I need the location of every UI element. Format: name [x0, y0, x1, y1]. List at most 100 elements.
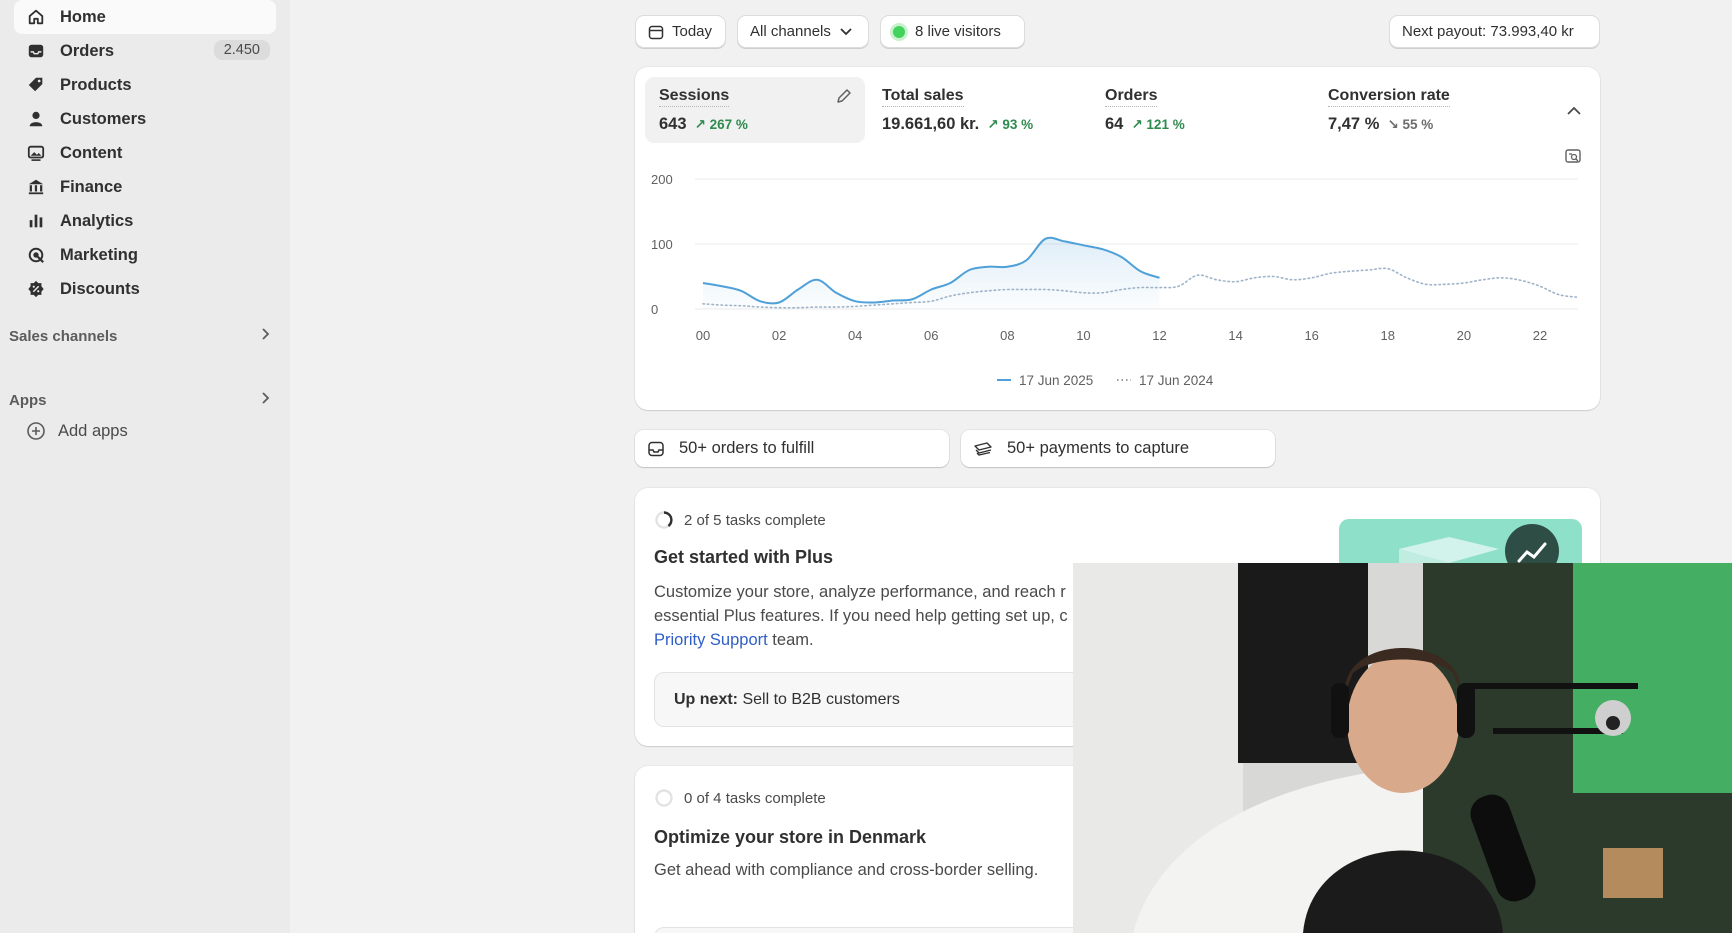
x-tick-label: 18 — [1381, 328, 1395, 343]
legend-label: 17 Jun 2024 — [1139, 373, 1214, 388]
live-visitors-label: 8 live visitors — [915, 23, 1001, 40]
metric-total-sales[interactable]: Total sales 19.661,60 kr. ↗ 93 % — [868, 77, 1088, 143]
description-line: Customize your store, analyze performanc… — [654, 583, 1066, 601]
task-progress-label: 2 of 5 tasks complete — [684, 511, 826, 529]
sidebar-item-label: Finance — [60, 177, 123, 196]
x-tick-label: 08 — [1000, 328, 1014, 343]
task-progress-label: 0 of 4 tasks complete — [684, 789, 826, 807]
sidebar-item-label: Content — [60, 143, 123, 162]
y-tick-label: 200 — [651, 172, 673, 187]
metric-value-row: 643 ↗ 267 % — [659, 115, 851, 134]
x-tick-label: 04 — [848, 328, 862, 343]
date-filter-button[interactable]: Today — [635, 15, 726, 48]
sidebar-item-marketing[interactable]: Marketing — [14, 238, 276, 272]
x-tick-label: 16 — [1304, 328, 1318, 343]
metric-value: 64 — [1105, 115, 1124, 133]
sidebar-item-orders[interactable]: Orders 2.450 — [14, 34, 276, 68]
orders-to-fulfill-button[interactable]: 50+ orders to fulfill — [635, 430, 949, 467]
discount-icon — [26, 279, 46, 299]
y-tick-label: 100 — [651, 237, 673, 252]
sidebar-item-products[interactable]: Products — [14, 68, 276, 102]
optimize-card-description: Get ahead with compliance and cross-bord… — [654, 861, 1039, 879]
home-icon — [26, 7, 46, 27]
setup-card-description: Customize your store, analyze performanc… — [654, 580, 1074, 652]
up-next-label: Up next: — [674, 690, 738, 708]
channel-filter-label: All channels — [750, 23, 831, 40]
metric-sessions[interactable]: Sessions 643 ↗ 267 % — [645, 77, 865, 143]
metric-change: ↘ 55 % — [1387, 117, 1434, 132]
webcam-video-frame — [1073, 563, 1732, 933]
chart-report-icon[interactable] — [1564, 148, 1582, 166]
inbox-icon — [26, 41, 46, 61]
metric-value-row: 19.661,60 kr. ↗ 93 % — [882, 115, 1074, 134]
date-filter-label: Today — [672, 23, 713, 40]
tag-icon — [26, 75, 46, 95]
metric-change: ↗ 93 % — [987, 117, 1034, 132]
legend-label: 17 Jun 2025 — [1019, 373, 1093, 388]
sidebar-item-label: Customers — [60, 109, 147, 128]
payments-to-capture-button[interactable]: 50+ payments to capture — [961, 430, 1275, 467]
sidebar-item-content[interactable]: Content — [14, 136, 276, 170]
add-apps-button[interactable]: Add apps — [26, 421, 128, 441]
calendar-icon — [648, 25, 664, 39]
apps-label: Apps — [9, 391, 47, 409]
add-apps-label: Add apps — [58, 421, 128, 440]
optimize-card-title: Optimize your store in Denmark — [654, 827, 927, 847]
sales-channels-label: Sales channels — [9, 327, 118, 345]
metric-label: Total sales — [882, 87, 964, 107]
x-tick-label: 14 — [1228, 328, 1242, 343]
chevron-right-icon — [259, 391, 271, 409]
x-tick-label: 06 — [924, 328, 938, 343]
progress-ring-icon — [655, 511, 673, 529]
priority-support-link[interactable]: Priority Support — [654, 631, 768, 649]
x-tick-label: 20 — [1457, 328, 1471, 343]
next-payout-label: Next payout: 73.993,40 kr — [1402, 23, 1574, 40]
metric-label: Conversion rate — [1328, 87, 1450, 107]
y-tick-label: 0 — [651, 302, 658, 317]
metric-value: 7,47 % — [1328, 115, 1380, 133]
live-status-dot — [893, 25, 905, 38]
apps-header[interactable]: Apps — [9, 391, 271, 409]
chevron-down-icon — [840, 27, 852, 35]
person-icon — [26, 109, 46, 129]
bar-chart-icon — [26, 211, 46, 231]
sidebar-item-customers[interactable]: Customers — [14, 102, 276, 136]
x-tick-label: 22 — [1533, 328, 1547, 343]
x-tick-label: 12 — [1152, 328, 1166, 343]
metric-orders[interactable]: Orders 64 ↗ 121 % — [1091, 77, 1311, 143]
plus-circle-icon — [26, 421, 46, 441]
collapse-chevron-icon[interactable] — [1566, 105, 1582, 117]
sidebar-item-discounts[interactable]: Discounts — [14, 272, 276, 306]
sidebar-item-label: Marketing — [60, 245, 138, 264]
target-icon — [26, 245, 46, 265]
metric-value-row: 7,47 % ↘ 55 % — [1328, 115, 1520, 134]
metric-label: Orders — [1105, 87, 1158, 107]
edit-pencil-icon[interactable] — [835, 87, 853, 105]
bank-icon — [26, 177, 46, 197]
description-line: Priority Support team. — [654, 628, 1074, 652]
sidebar-item-analytics[interactable]: Analytics — [14, 204, 276, 238]
payments-to-capture-label: 50+ payments to capture — [1007, 439, 1190, 457]
series-line-2024 — [702, 267, 1579, 309]
sidebar-item-home[interactable]: Home — [14, 0, 276, 34]
task-progress: 2 of 5 tasks complete — [654, 510, 826, 530]
analytics-card: Sessions 643 ↗ 267 % Total sales 19.661,… — [635, 67, 1600, 410]
sidebar-item-label: Products — [60, 75, 132, 94]
channel-filter-dropdown[interactable]: All channels — [737, 15, 869, 48]
image-icon — [26, 143, 46, 163]
sidebar-item-label: Home — [60, 7, 106, 26]
metric-value: 19.661,60 kr. — [882, 115, 980, 133]
next-payout-button[interactable]: Next payout: 73.993,40 kr — [1389, 15, 1600, 48]
up-next-value: Sell to B2B customers — [738, 690, 900, 708]
metric-conversion-rate[interactable]: Conversion rate 7,47 % ↘ 55 % — [1314, 77, 1534, 143]
live-visitors-button[interactable]: 8 live visitors — [880, 15, 1025, 48]
sidebar-item-finance[interactable]: Finance — [14, 170, 276, 204]
metric-value: 643 — [659, 115, 687, 133]
x-tick-label: 02 — [772, 328, 786, 343]
orders-count-badge: 2.450 — [213, 40, 270, 60]
sidebar-item-label: Discounts — [60, 279, 140, 298]
description-tail: team. — [767, 631, 814, 649]
sales-channels-header[interactable]: Sales channels — [9, 327, 271, 345]
progress-ring-icon — [655, 789, 673, 807]
task-progress: 0 of 4 tasks complete — [654, 788, 826, 808]
